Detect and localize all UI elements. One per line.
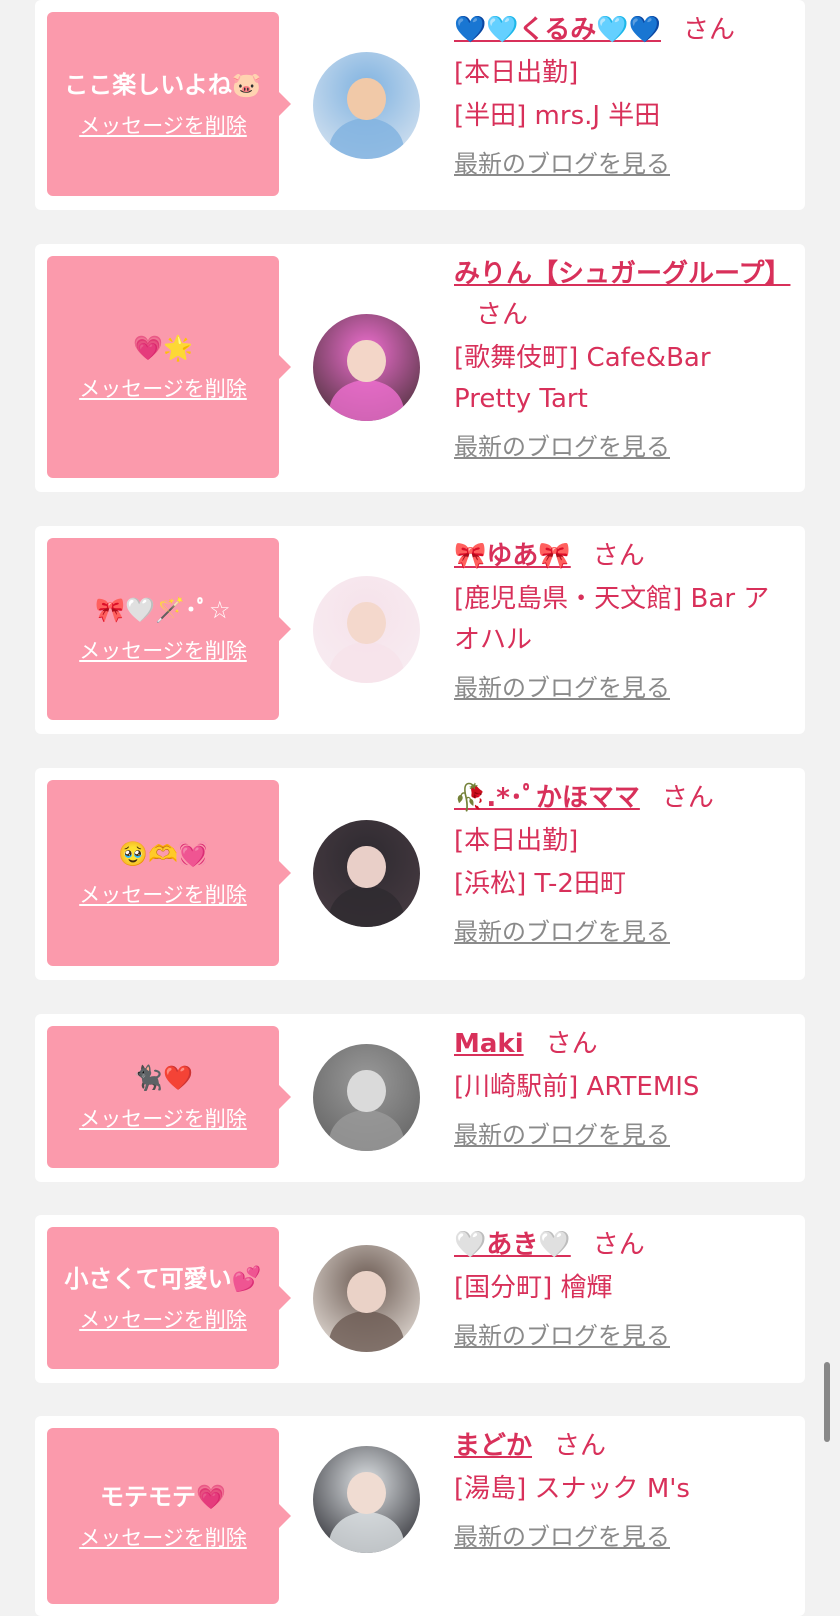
latest-blog-link[interactable]: 最新のブログを見る [454, 915, 794, 949]
cast-detail-line: [歌舞伎町] Cafe&Bar Pretty Tart [454, 343, 711, 414]
cast-info: 🤍あき🤍 さん [国分町] 檜輝最新のブログを見る [454, 1225, 794, 1353]
latest-blog-link[interactable]: 最新のブログを見る [454, 147, 794, 181]
avatar-face [347, 601, 386, 645]
cast-info: 💙🩵くるみ🩵💙 さん [本日出勤] [半田] mrs.J 半田最新のブログを見る [454, 10, 794, 181]
cast-name-link[interactable]: まどか [454, 1431, 532, 1461]
avatar-body [329, 642, 404, 683]
delete-message-link[interactable]: メッセージを削除 [79, 375, 247, 403]
avatar-face [347, 1270, 386, 1314]
delete-message-link[interactable]: メッセージを削除 [79, 1306, 247, 1334]
latest-blog-link[interactable]: 最新のブログを見る [454, 1520, 794, 1554]
cast-name-line: 💙🩵くるみ🩵💙 さん [454, 10, 794, 51]
latest-blog-link[interactable]: 最新のブログを見る [454, 1118, 794, 1152]
latest-blog-link[interactable]: 最新のブログを見る [454, 430, 794, 464]
cast-name-line: 🎀ゆあ🎀 さん [454, 536, 794, 577]
message-card: 🎀🤍🪄･ﾟ☆ メッセージを削除 🎀ゆあ🎀 さん [鹿児島県・天文館] Bar アオハル最… [35, 526, 805, 734]
message-text: ここ楽しいよね🐷 [64, 71, 262, 99]
message-text: 💗🌟 [133, 334, 193, 362]
message-bubble: 🥹🫶💓 メッセージを削除 [47, 780, 291, 966]
avatar-body [329, 118, 404, 159]
cast-info: みりん【シュガーグループ】さん [歌舞伎町] Cafe&Bar Pretty Ta… [454, 254, 794, 464]
latest-blog-link[interactable]: 最新のブログを見る [454, 671, 794, 705]
cast-name-link[interactable]: Maki [454, 1029, 524, 1059]
message-bubble: ここ楽しいよね🐷 メッセージを削除 [47, 12, 291, 196]
message-text: 🥹🫶💓 [118, 840, 208, 868]
avatar[interactable] [313, 1044, 420, 1151]
cast-detail-line: [鹿児島県・天文館] Bar アオハル [454, 584, 770, 655]
honorific: さん [476, 300, 529, 330]
cast-info: まどか さん [湯島] スナック M's 最新のブログを見る [454, 1426, 794, 1554]
avatar-face [347, 1471, 386, 1515]
message-text: 小さくて可愛い💕 [64, 1265, 262, 1293]
message-text: モテモテ💗 [100, 1483, 226, 1511]
honorific: さん [661, 783, 714, 813]
avatar-body [329, 1512, 404, 1553]
avatar[interactable] [313, 576, 420, 683]
message-card: モテモテ💗 メッセージを削除 まどか さん [湯島] スナック M's 最新のブログを見る [35, 1416, 805, 1616]
message-card: ここ楽しいよね🐷 メッセージを削除 💙🩵くるみ🩵💙 さん [本日出勤] [半田] mrs.… [35, 0, 805, 210]
latest-blog-link[interactable]: 最新のブログを見る [454, 1319, 794, 1353]
cast-name-link[interactable]: 🎀ゆあ🎀 [454, 541, 571, 571]
cast-name-link[interactable]: 🥀.*･ﾟかほママ [454, 783, 640, 813]
avatar[interactable] [313, 1446, 420, 1553]
cast-name-line: Maki さん [454, 1024, 794, 1065]
message-card: 💗🌟 メッセージを削除 みりん【シュガーグループ】さん [歌舞伎町] Cafe&Bar… [35, 244, 805, 492]
cast-name-line: 🥀.*･ﾟかほママ さん [454, 778, 794, 819]
honorific: さん [554, 1431, 607, 1461]
avatar-face [347, 77, 386, 121]
cast-name-link[interactable]: 🤍あき🤍 [454, 1230, 571, 1260]
cast-detail-line: [本日出勤] [454, 826, 579, 856]
cast-name-line: 🤍あき🤍 さん [454, 1225, 794, 1266]
cast-name-line: みりん【シュガーグループ】さん [454, 254, 794, 336]
avatar-body [329, 886, 404, 927]
avatar-body [329, 1311, 404, 1352]
avatar-body [329, 380, 404, 421]
delete-message-link[interactable]: メッセージを削除 [79, 112, 247, 140]
cast-info: 🎀ゆあ🎀 さん [鹿児島県・天文館] Bar アオハル最新のブログを見る [454, 536, 794, 705]
delete-message-link[interactable]: メッセージを削除 [79, 1524, 247, 1552]
cast-detail-line: [半田] mrs.J 半田 [454, 101, 661, 131]
cast-detail-line: [湯島] スナック M's [454, 1474, 690, 1504]
message-bubble: 🎀🤍🪄･ﾟ☆ メッセージを削除 [47, 538, 291, 720]
message-bubble: 🐈‍⬛❤️ メッセージを削除 [47, 1026, 291, 1168]
cast-detail-line: [国分町] 檜輝 [454, 1273, 613, 1303]
message-card: 小さくて可愛い💕 メッセージを削除 🤍あき🤍 さん [国分町] 檜輝最新のブログを見る [35, 1215, 805, 1383]
avatar-face [347, 1069, 386, 1113]
cast-detail-line: [本日出勤] [454, 58, 579, 88]
message-bubble: 小さくて可愛い💕 メッセージを削除 [47, 1227, 291, 1369]
avatar-face [347, 339, 386, 383]
cast-detail-line: [浜松] T-2田町 [454, 869, 626, 899]
delete-message-link[interactable]: メッセージを削除 [79, 1105, 247, 1133]
message-card: 🐈‍⬛❤️ メッセージを削除 Maki さん [川崎駅前] ARTEMIS 最新のブログを… [35, 1014, 805, 1182]
avatar[interactable] [313, 52, 420, 159]
honorific: さん [592, 541, 645, 571]
message-text: 🐈‍⬛❤️ [133, 1064, 193, 1092]
honorific: さん [592, 1230, 645, 1260]
message-bubble: モテモテ💗 メッセージを削除 [47, 1428, 291, 1604]
avatar[interactable] [313, 820, 420, 927]
message-card: 🥹🫶💓 メッセージを削除 🥀.*･ﾟかほママ さん [本日出勤] [浜松] T-2田町最新… [35, 768, 805, 980]
scrollbar[interactable] [824, 1362, 830, 1442]
cast-name-link[interactable]: みりん【シュガーグループ】 [454, 259, 790, 289]
avatar[interactable] [313, 314, 420, 421]
cast-detail-line: [川崎駅前] ARTEMIS [454, 1072, 700, 1102]
delete-message-link[interactable]: メッセージを削除 [79, 637, 247, 665]
message-bubble: 💗🌟 メッセージを削除 [47, 256, 291, 478]
cast-info: Maki さん [川崎駅前] ARTEMIS 最新のブログを見る [454, 1024, 794, 1152]
cast-info: 🥀.*･ﾟかほママ さん [本日出勤] [浜松] T-2田町最新のブログを見る [454, 778, 794, 949]
honorific: さん [545, 1029, 598, 1059]
delete-message-link[interactable]: メッセージを削除 [79, 881, 247, 909]
avatar-body [329, 1110, 404, 1151]
avatar[interactable] [313, 1245, 420, 1352]
avatar-face [347, 845, 386, 889]
cast-name-link[interactable]: 💙🩵くるみ🩵💙 [454, 15, 661, 45]
message-text: 🎀🤍🪄･ﾟ☆ [95, 596, 231, 624]
honorific: さん [682, 15, 735, 45]
cast-name-line: まどか さん [454, 1426, 794, 1467]
